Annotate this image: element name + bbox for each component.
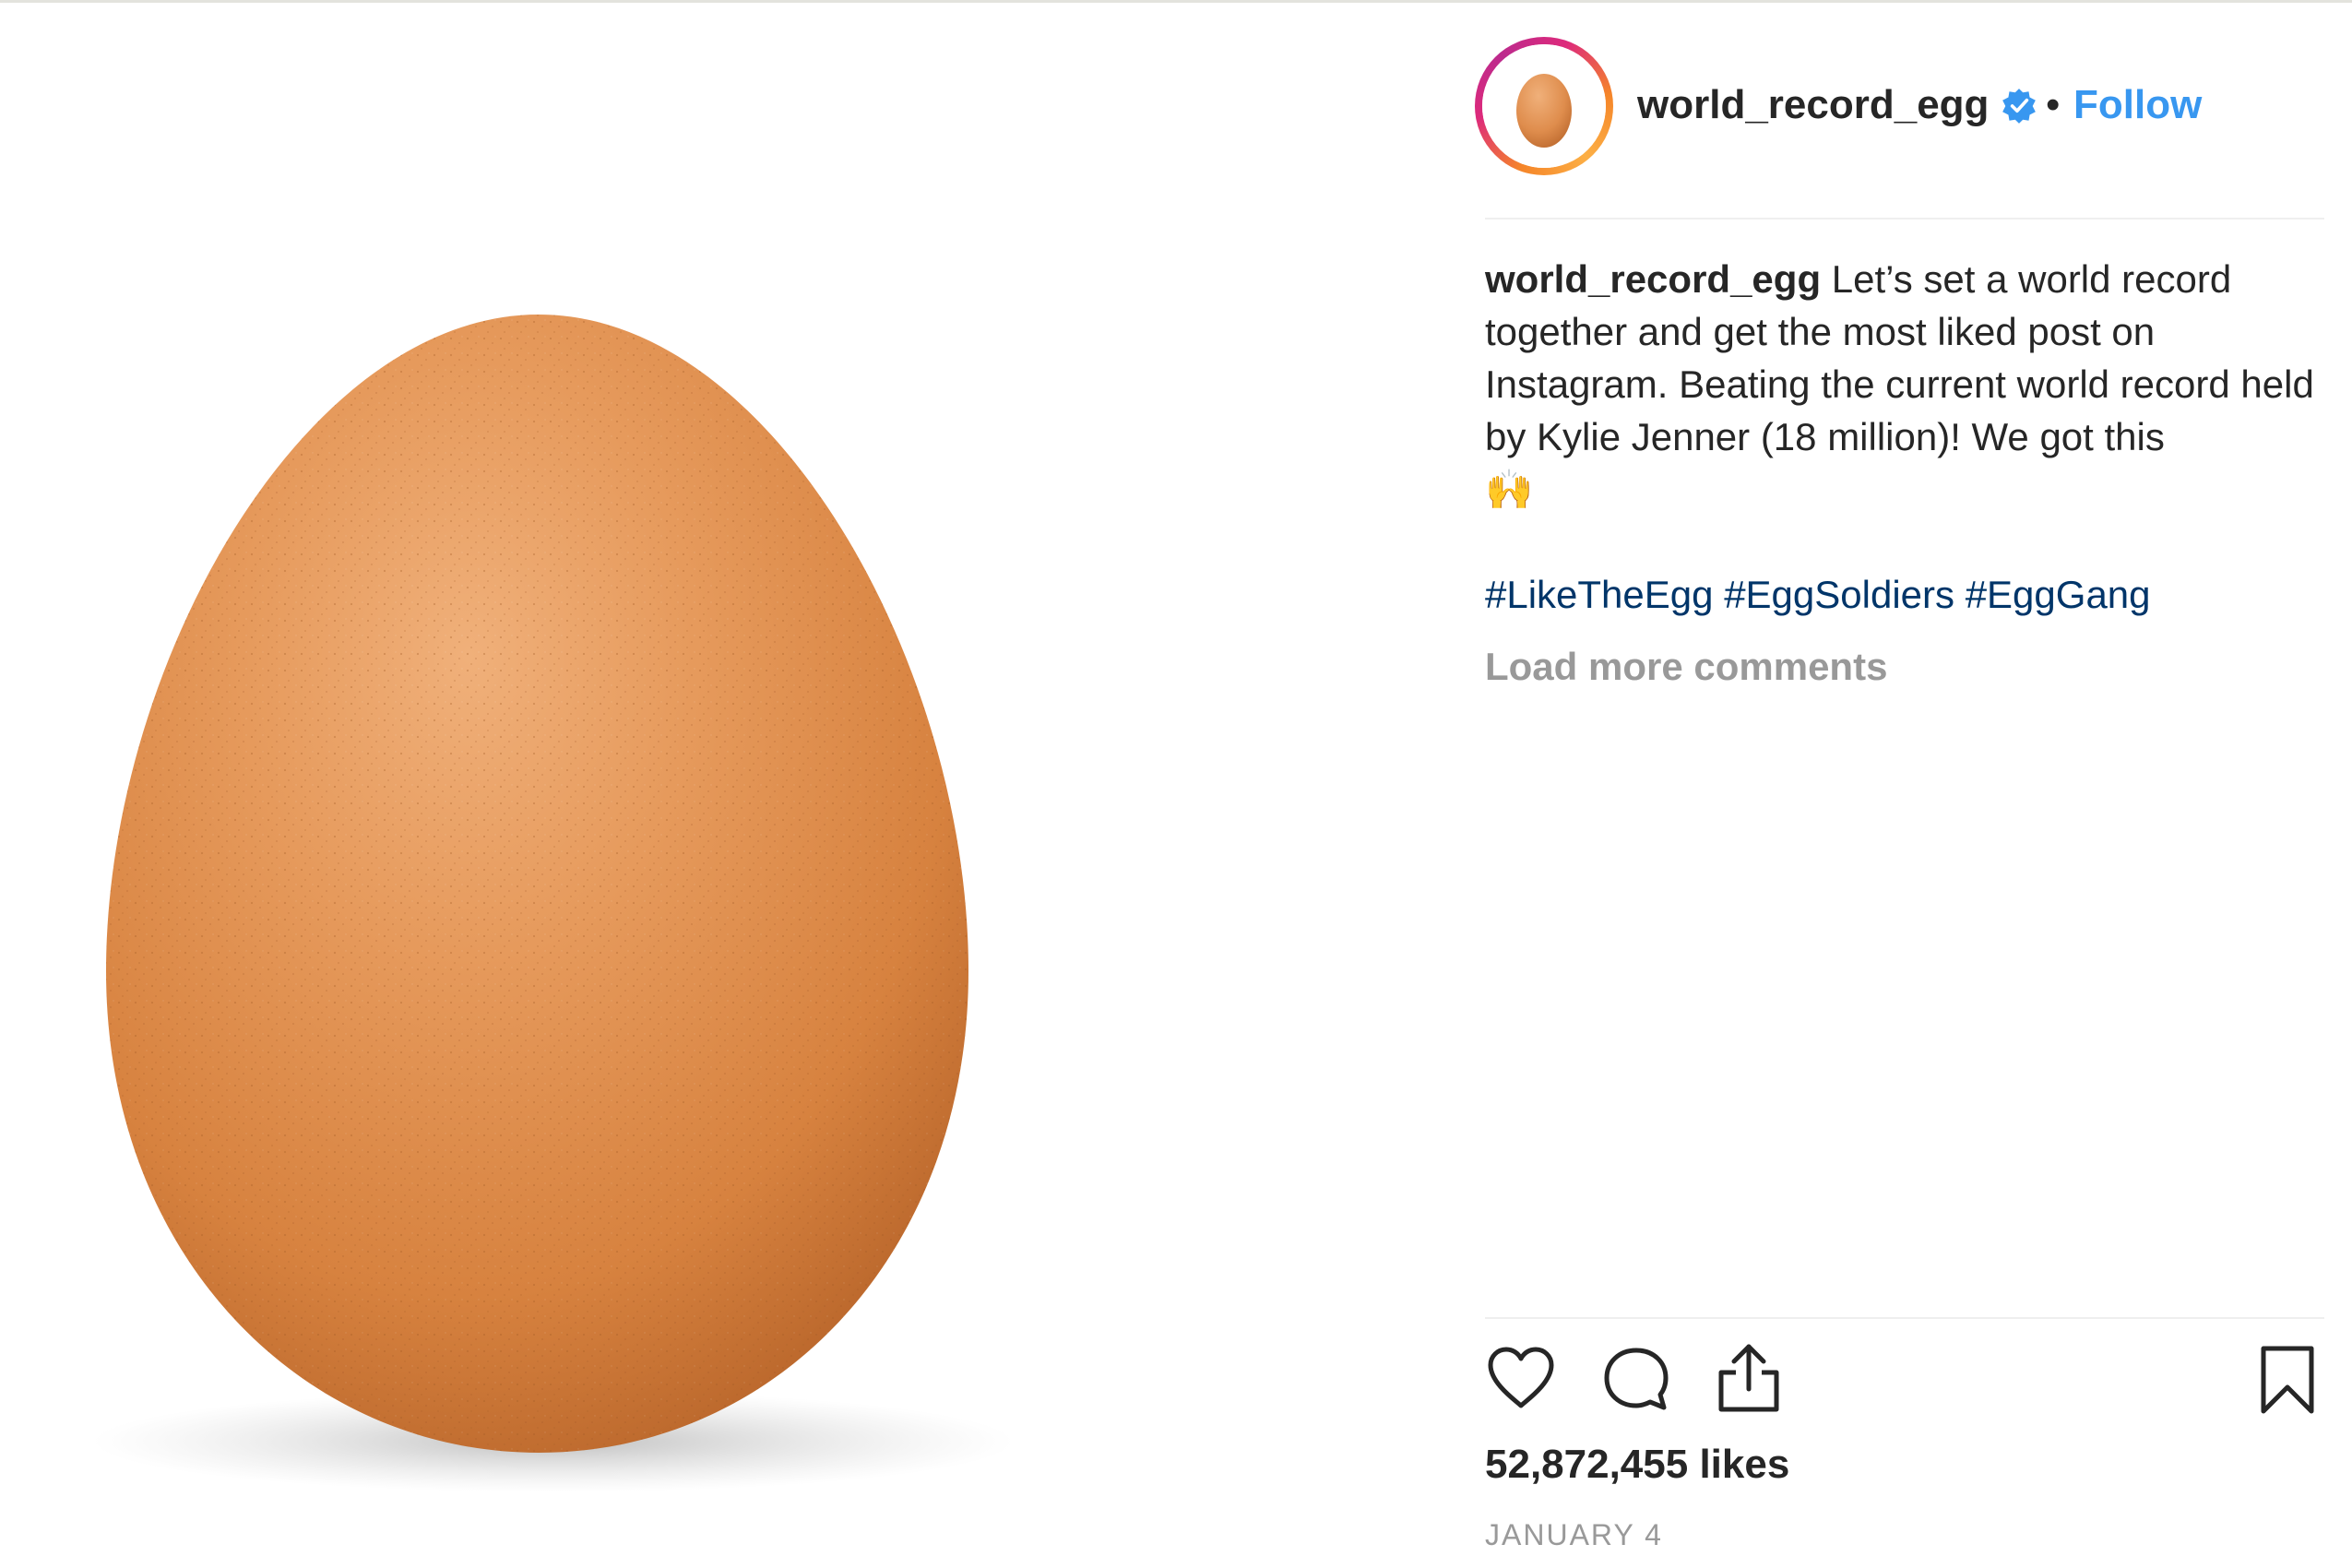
egg-image xyxy=(92,315,1015,1492)
post-photo[interactable] xyxy=(0,3,1476,1568)
follow-button[interactable]: Follow xyxy=(2073,81,2202,129)
caption-username[interactable]: world_record_egg xyxy=(1485,257,1821,301)
post-caption: world_record_egg Let’s set a world recor… xyxy=(1485,253,2324,516)
heart-icon[interactable] xyxy=(1485,1345,1557,1411)
likes-count[interactable]: 52,872,455 likes xyxy=(1485,1441,1789,1489)
comment-bubble-icon[interactable] xyxy=(1601,1345,1671,1415)
header-separator: • xyxy=(2046,82,2061,127)
header-divider xyxy=(1485,218,2324,220)
raising-hands-emoji: 🙌 xyxy=(1485,468,1534,511)
actions-divider xyxy=(1485,1317,2324,1319)
share-icon[interactable] xyxy=(1714,1341,1784,1415)
avatar-egg-icon xyxy=(1482,44,1606,168)
avatar-image xyxy=(1482,44,1606,168)
load-more-comments-button[interactable]: Load more comments xyxy=(1485,640,1887,693)
bookmark-icon[interactable] xyxy=(2258,1345,2317,1417)
verified-badge-icon xyxy=(2002,89,2036,124)
hashtag-link[interactable]: #LikeTheEgg xyxy=(1485,573,1714,616)
hashtag-link[interactable]: #EggSoldiers xyxy=(1724,573,1954,616)
hashtag-link[interactable]: #EggGang xyxy=(1966,573,2151,616)
header-username[interactable]: world_record_egg xyxy=(1637,81,1989,129)
hashtag-list: #LikeTheEgg #EggSoldiers #EggGang xyxy=(1485,568,2151,621)
post-date[interactable]: JANUARY 4 xyxy=(1485,1517,1663,1552)
profile-avatar[interactable] xyxy=(1475,37,1613,175)
